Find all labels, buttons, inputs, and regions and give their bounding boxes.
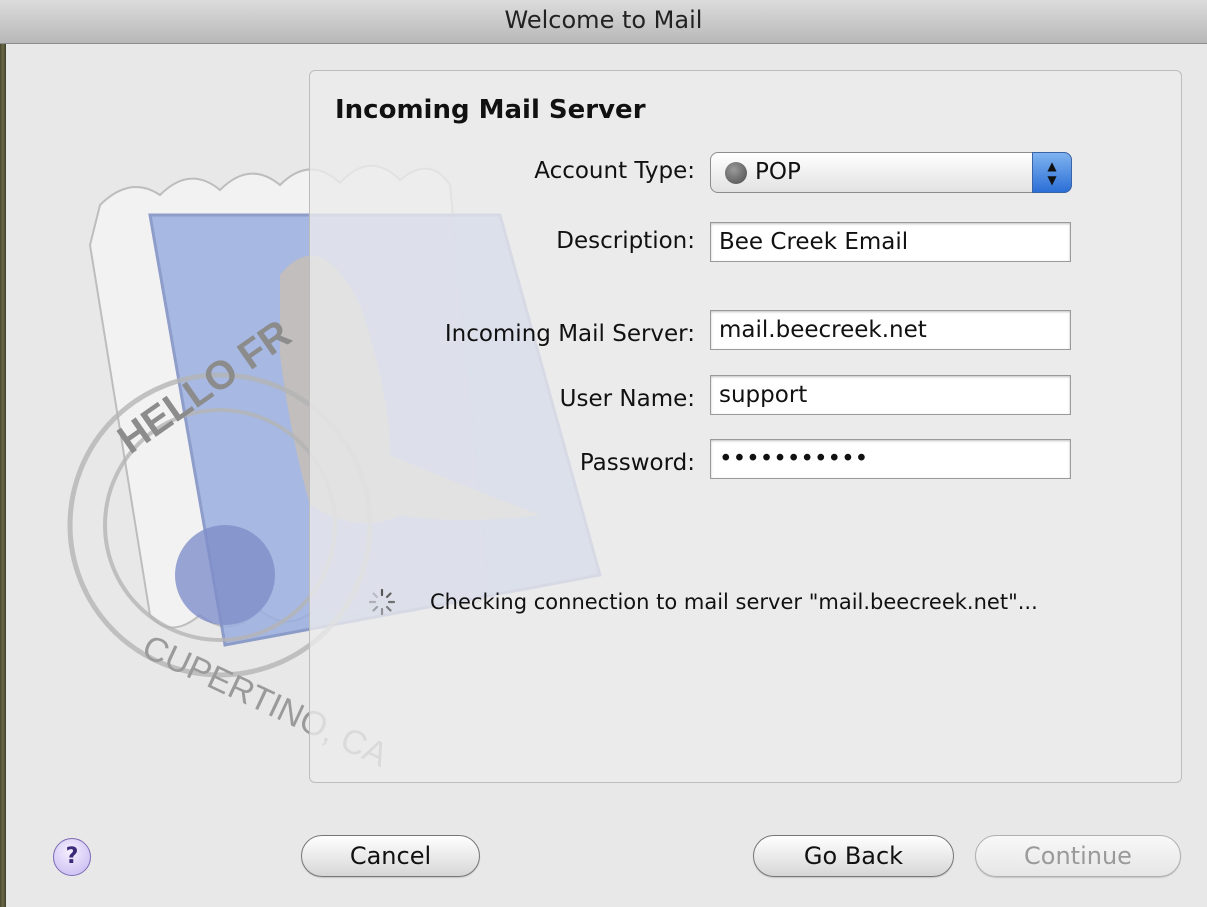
password-field[interactable]: ••••••••••• [710, 439, 1071, 479]
password-label: Password: [579, 450, 695, 476]
connection-status: Checking connection to mail server "mail… [430, 590, 1038, 614]
window-title: Welcome to Mail [0, 0, 1207, 44]
progress-spinner-icon [368, 588, 396, 616]
help-button[interactable]: ? [53, 838, 91, 876]
continue-button[interactable]: Continue [975, 835, 1181, 877]
account-type-popup[interactable]: POP ▲ ▼ [710, 152, 1072, 193]
description-label: Description: [556, 228, 695, 254]
account-type-label: Account Type: [534, 158, 695, 184]
username-label: User Name: [559, 386, 695, 412]
desktop-edge [0, 0, 6, 907]
go-back-button[interactable]: Go Back [753, 835, 954, 877]
cancel-button[interactable]: Cancel [301, 835, 480, 877]
username-field[interactable]: support [710, 375, 1071, 415]
incoming-server-label: Incoming Mail Server: [444, 321, 695, 347]
description-field[interactable]: Bee Creek Email [710, 222, 1071, 262]
section-title: Incoming Mail Server [335, 95, 646, 125]
account-type-value: POP [755, 159, 801, 185]
incoming-server-field[interactable]: mail.beecreek.net [710, 310, 1071, 350]
globe-icon [725, 162, 747, 184]
updown-arrows-icon: ▲ ▼ [1032, 152, 1072, 193]
